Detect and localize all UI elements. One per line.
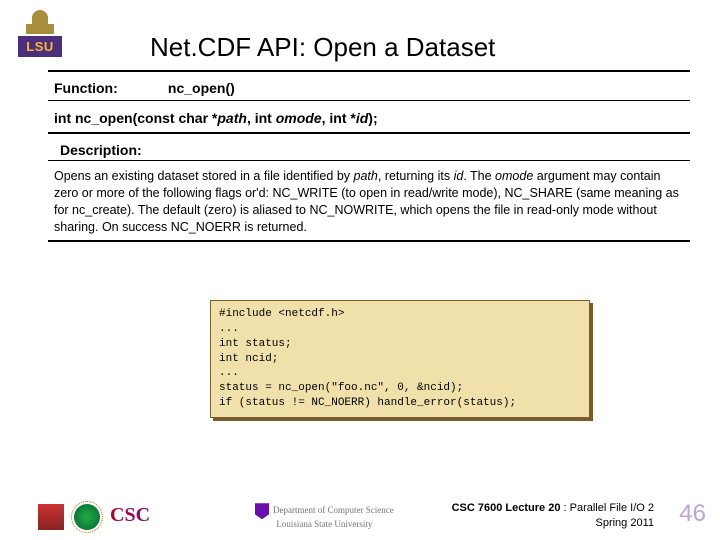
page-number: 46 xyxy=(679,500,706,528)
rule-2 xyxy=(48,132,690,134)
lecture-topic: : Parallel File I/O 2 xyxy=(564,502,654,514)
course-code: CSC 7600 xyxy=(452,502,503,514)
sig-param-omode: omode xyxy=(276,110,322,126)
desc-omode: omode xyxy=(495,169,533,183)
nsf-logo-icon xyxy=(74,504,100,530)
code-example-wrap: #include <netcdf.h> ... int status; int … xyxy=(210,300,590,418)
lecture-info: CSC 7600 Lecture 20 : Parallel File I/O … xyxy=(452,501,654,530)
lsu-dome-icon xyxy=(18,10,62,36)
rule-3 xyxy=(48,160,690,161)
function-label: Function: xyxy=(54,80,164,96)
code-example: #include <netcdf.h> ... int status; int … xyxy=(210,300,590,418)
sig-param-id: id xyxy=(356,110,368,126)
title-rule xyxy=(48,70,690,72)
desc-t2: , returning its xyxy=(378,169,454,183)
desc-t3: . The xyxy=(463,169,495,183)
rule-4 xyxy=(48,240,690,242)
lsu-logo: LSU xyxy=(18,10,62,60)
csc-logo: CSC xyxy=(110,504,170,530)
dept-line1: Department of Computer Science xyxy=(273,505,394,515)
rule-1 xyxy=(48,100,690,101)
dept-line2: Louisiana State University xyxy=(276,519,372,529)
footer: CSC Department of Computer Science Louis… xyxy=(0,488,720,540)
sig-return: int xyxy=(54,110,71,126)
sig-sep2: , int * xyxy=(322,110,356,126)
desc-path: path xyxy=(354,169,378,183)
function-signature: int nc_open(const char *path, int omode,… xyxy=(54,110,378,126)
function-name: nc_open() xyxy=(168,80,235,96)
slide-title: Net.CDF API: Open a Dataset xyxy=(150,32,495,63)
department-label: Department of Computer Science Louisiana… xyxy=(255,503,394,530)
sig-param-path: path xyxy=(217,110,247,126)
sig-name: nc_open(const char * xyxy=(75,110,217,126)
desc-t1: Opens an existing dataset stored in a fi… xyxy=(54,169,354,183)
desc-id: id xyxy=(454,169,464,183)
lsu-logo-text: LSU xyxy=(18,36,62,57)
term: Spring 2011 xyxy=(595,517,654,529)
lecture-number: Lecture 20 xyxy=(502,502,563,514)
sig-sep1: , int xyxy=(247,110,276,126)
function-row: Function: nc_open() xyxy=(54,80,690,96)
shield-icon xyxy=(255,503,269,519)
cct-logo-icon xyxy=(38,504,64,530)
sig-end: ); xyxy=(368,110,377,126)
description-label: Description: xyxy=(60,142,142,158)
footer-logos: CSC xyxy=(38,504,170,530)
description-body: Opens an existing dataset stored in a fi… xyxy=(54,168,686,236)
